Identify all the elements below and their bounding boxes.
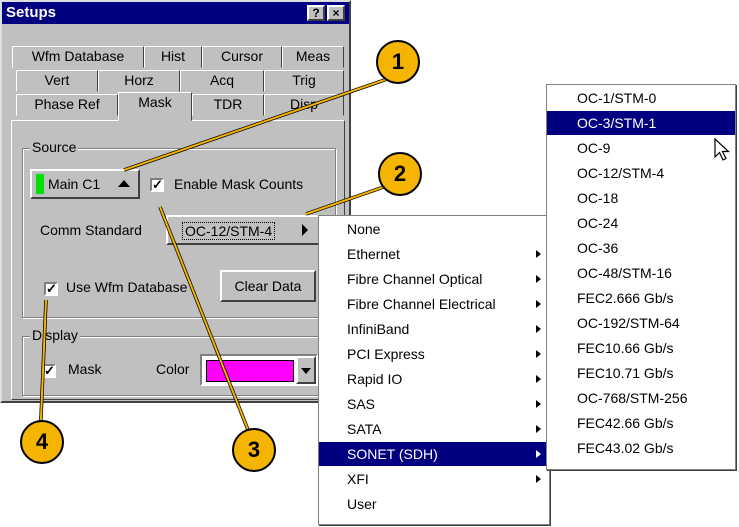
callout-3: 3 xyxy=(232,428,276,472)
callout-4: 4 xyxy=(20,420,64,464)
callout-1: 1 xyxy=(376,40,420,84)
callout-leaders xyxy=(38,74,399,442)
callout-2: 2 xyxy=(378,152,422,196)
tab-mask[interactable]: Mask xyxy=(118,92,192,121)
